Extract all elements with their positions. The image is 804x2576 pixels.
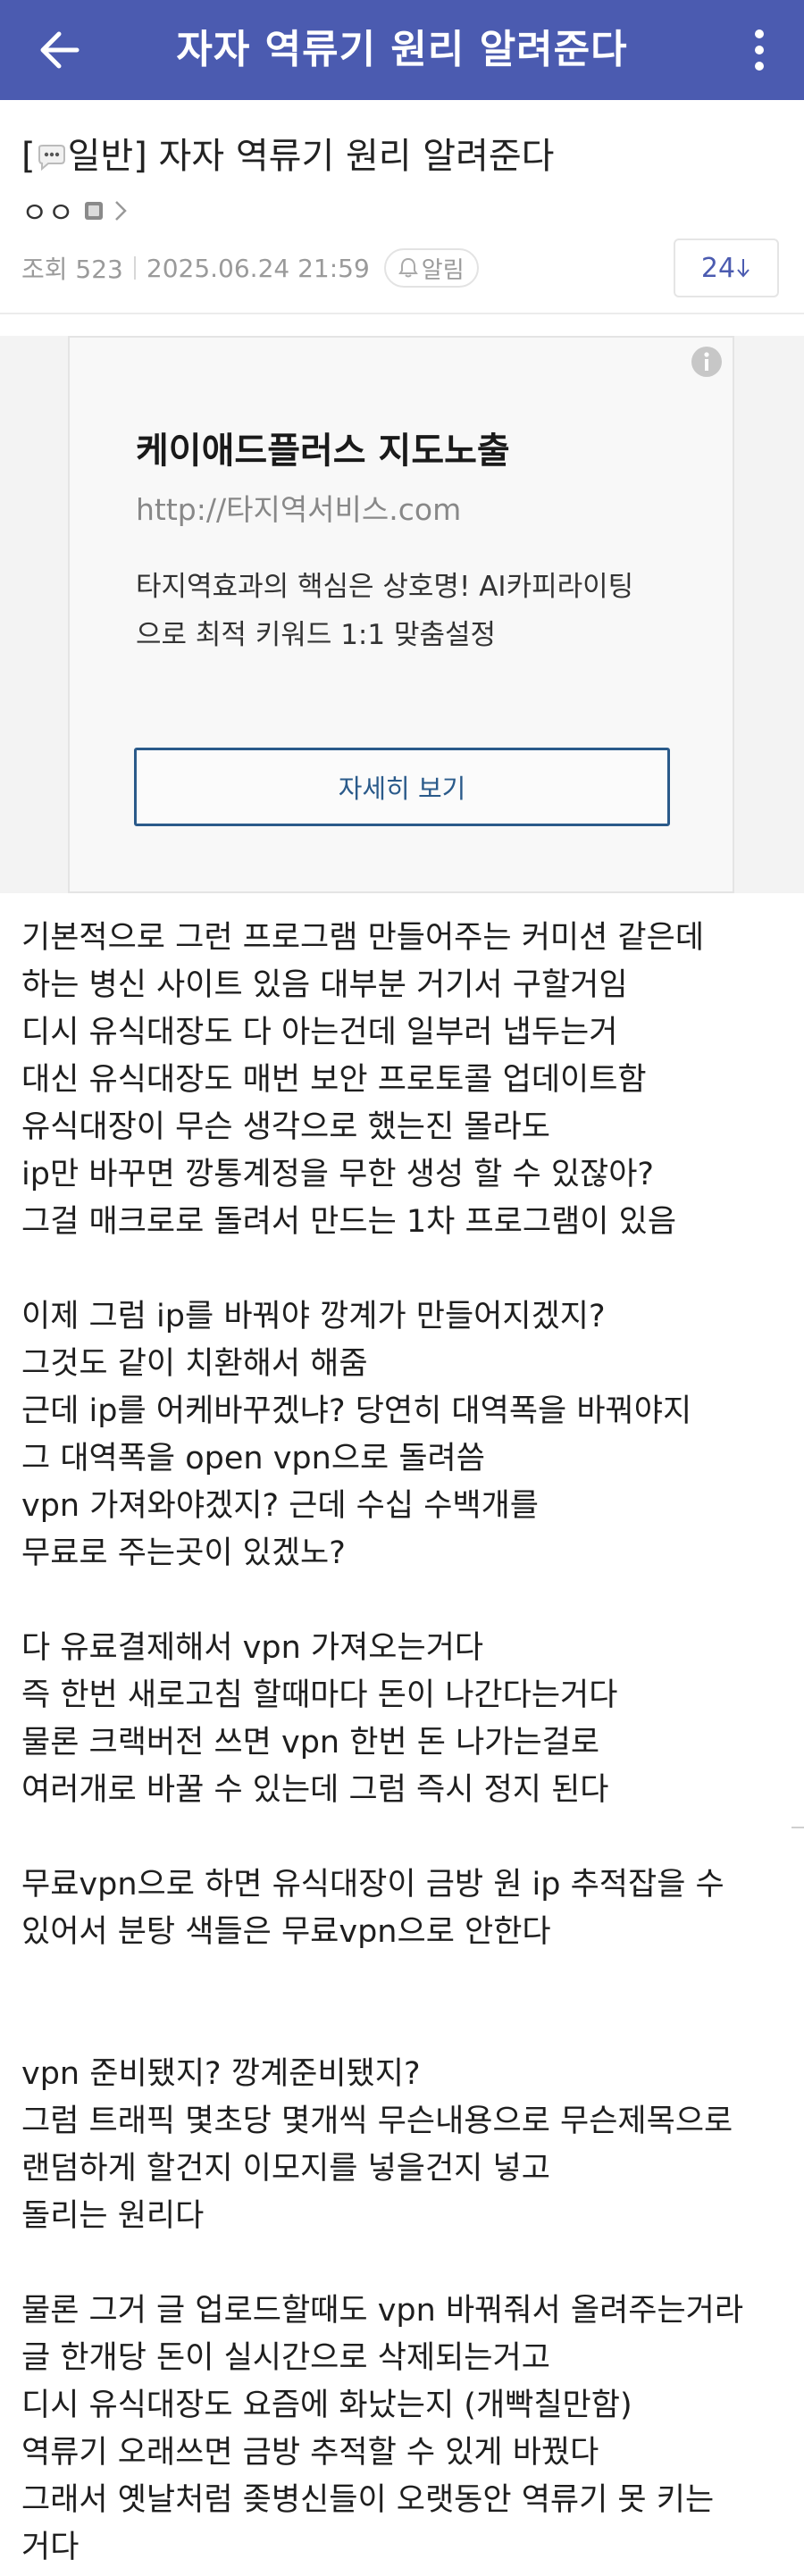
comment-count: 24 [700,252,736,284]
body-text-line: 하는 병신 사이트 있음 대부분 거기서 구할거임 [21,967,628,1003]
ad-card[interactable]: 케이애드플러스 지도노출 http://타지역서비스.com 타지역효과의 핵심… [68,336,734,893]
body-text-line: 무료vpn으로 하면 유식대장이 금방 원 ip 추적잡을 수 [21,1867,724,1903]
header-divider [0,313,804,314]
body-text-line: 기본적으로 그런 프로그램 만들어주는 커미션 같은데 [21,920,705,956]
chat-bubble-icon [38,145,65,171]
category-open: [ [21,136,36,177]
more-vertical-icon [755,29,764,71]
body-text-line: 역류기 오래쓰면 금방 추적할 수 있게 바꿨다 [21,2435,599,2471]
body-text-line: 근데 ip를 어케바꾸겠냐? 당연히 대역폭을 바꿔야지 [21,1393,692,1429]
body-text-line: 그래서 옛날처럼 좆병신들이 오랫동안 역류기 못 키는 [21,2482,715,2518]
post-meta: 조회 523 2025.06.24 21:59 알림 [21,248,479,288]
body-text-line: 디시 유식대장도 다 아는건데 일부러 냅두는거 [21,1015,618,1050]
ad-description-line: 으로 최적 키워드 1:1 맞춤설정 [136,619,497,651]
scroll-indicator[interactable] [791,1827,804,1828]
body-text-line: 그럼 트래픽 몇초당 몇개씩 무슨내용으로 무슨제목으로 [21,2103,733,2139]
body-text-line: 대신 유식대장도 매번 보안 프로토콜 업데이트함 [21,1062,647,1098]
body-text-line: 즉 한번 새로고침 할때마다 돈이 나간다는거다 [21,1677,618,1713]
author-row[interactable]: ㅇㅇ [21,190,128,231]
info-icon[interactable] [690,345,724,379]
chevron-right-icon [115,201,127,221]
body-text-line: 랜덤하게 할건지 이모지를 넣을건지 넣고 [21,2151,550,2187]
arrow-down-icon [737,259,750,278]
top-app-bar: 자자 역류기 원리 알려준다 [0,0,804,100]
alarm-label: 알림 [421,256,465,284]
body-text-line: 유식대장이 무슨 생각으로 했는진 몰라도 [21,1109,550,1145]
bell-icon [398,257,418,278]
body-text-line: 여러개로 바꿀 수 있는데 그럼 즉시 정지 된다 [21,1772,609,1808]
body-text-line: 이제 그럼 ip를 바꿔야 깡계가 만들어지겠지? [21,1299,606,1334]
ad-banner: 케이애드플러스 지도노출 http://타지역서비스.com 타지역효과의 핵심… [0,336,804,893]
post-title-text: 자자 역류기 원리 알려준다 [147,136,555,177]
body-text-line: 그 대역폭을 open vpn으로 돌려씀 [21,1441,485,1476]
post-category[interactable]: 일반] [68,136,147,177]
body-text-line: 다 유료결제해서 vpn 가져오는거다 [21,1630,484,1666]
body-text-line: vpn 준비됐지? 깡계준비됐지? [21,2056,421,2092]
body-text-line: 물론 크랙버전 쓰면 vpn 한번 돈 나가는걸로 [21,1725,600,1761]
alarm-button[interactable]: 알림 [383,248,479,288]
ad-url[interactable]: http://타지역서비스.com [136,486,461,529]
meta-divider [133,256,136,280]
body-text-line: 그걸 매크로로 돌려서 만드는 1차 프로그램이 있음 [21,1204,677,1240]
view-count: 조회 523 [21,255,123,284]
post-body: 기본적으로 그런 프로그램 만들어주는 커미션 같은데하는 병신 사이트 있음 … [21,915,790,2572]
ad-description: 타지역효과의 핵심은 상호명! AI카피라이팅 으로 최적 키워드 1:1 맞춤… [136,563,690,659]
author-name[interactable]: ㅇㅇ [21,190,74,231]
body-text-line: 거다 [21,2530,80,2565]
body-text-line: ip만 바꾸면 깡통계정을 무한 생성 할 수 있잖아? [21,1157,654,1192]
more-button[interactable] [749,27,770,73]
body-text-line: 그것도 같이 치환해서 해줌 [21,1346,368,1382]
ad-title[interactable]: 케이애드플러스 지도노출 [136,422,510,473]
post-datetime: 2025.06.24 21:59 [146,253,370,283]
ad-detail-button[interactable]: 자세히 보기 [134,748,670,826]
body-text-line: 글 한개당 돈이 실시간으로 삭제되는거고 [21,2340,550,2376]
body-text-line: 디시 유식대장도 요즘에 화났는지 (개빡칠만함) [21,2388,632,2423]
post-title: [ 일반] 자자 역류기 원리 알려준다 [21,127,555,179]
body-text-line: 돌리는 원리다 [21,2198,205,2234]
user-badge-icon [84,202,103,220]
ad-description-line: 타지역효과의 핵심은 상호명! AI카피라이팅 [136,571,634,603]
page-title: 자자 역류기 원리 알려준다 [176,27,628,72]
body-text-line: 있어서 분탕 색들은 무료vpn으로 안한다 [21,1914,551,1950]
comment-jump-button[interactable]: 24 [674,238,779,297]
body-text-line: 물론 그거 글 업로드할때도 vpn 바꿔줘서 올려주는거라 [21,2293,744,2329]
body-text-line: 무료로 주는곳이 있겠노? [21,1535,346,1571]
post-header: [ 일반] 자자 역류기 원리 알려준다 ㅇㅇ 조회 523 2025.06.2… [0,100,804,313]
body-text-line: vpn 가져와야겠지? 근데 수십 수백개를 [21,1488,539,1524]
